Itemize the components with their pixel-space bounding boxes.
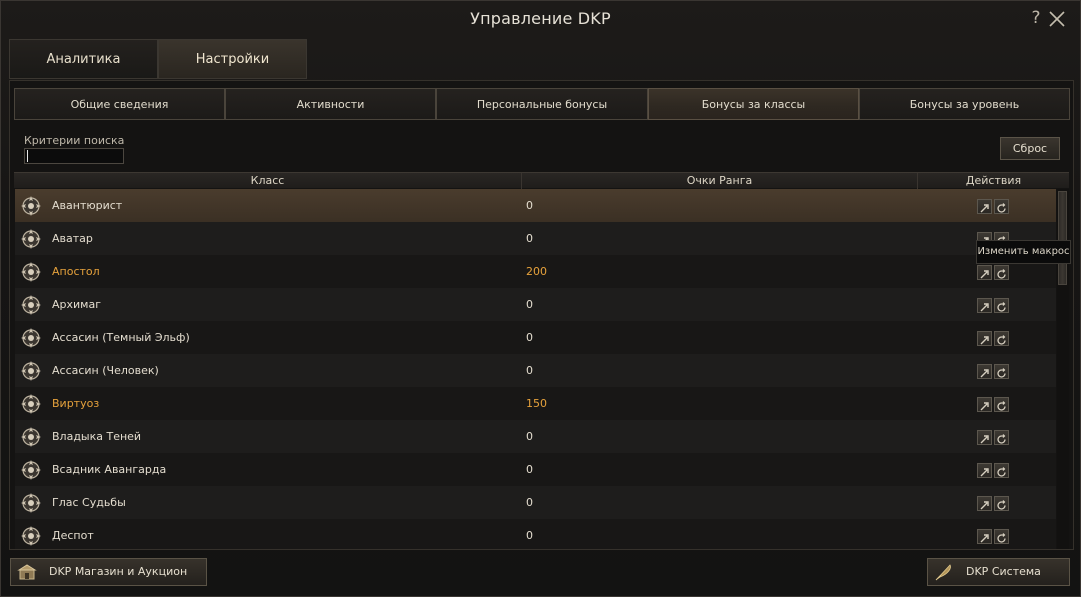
rank-points: 0 [526, 331, 533, 344]
dkp-management-window: Управление DKP ? Аналитика Настройки Общ… [0, 0, 1081, 597]
class-name: Архимаг [52, 298, 101, 311]
search-input[interactable] [24, 148, 124, 164]
edit-icon[interactable] [977, 364, 992, 379]
class-name: Глас Судьбы [52, 496, 126, 509]
class-name: Виртуоз [52, 397, 100, 410]
quill-icon [934, 562, 954, 582]
table-row[interactable]: Ассасин (Темный Эльф) 0 [15, 321, 1056, 354]
class-crest-icon [18, 259, 44, 285]
table-row[interactable]: Деспот 0 [15, 519, 1056, 549]
reset-icon[interactable] [994, 199, 1009, 214]
edit-icon[interactable] [977, 265, 992, 280]
rank-points: 150 [526, 397, 547, 410]
help-button[interactable]: ? [1028, 8, 1044, 28]
main-tabs: Аналитика Настройки [9, 39, 1073, 79]
class-name: Аватар [52, 232, 93, 245]
reset-icon[interactable] [994, 397, 1009, 412]
class-name: Ассасин (Человек) [52, 364, 159, 377]
search-criteria-label: Критерии поиска [24, 134, 125, 147]
edit-icon[interactable] [977, 430, 992, 445]
close-icon[interactable] [1048, 10, 1066, 28]
class-crest-icon [18, 391, 44, 417]
column-header-actions: Действия [965, 174, 1022, 187]
class-table-body: Авантюрист 0 Аватар 0 Апостол 200 Архимаг 0 Асса… [15, 189, 1056, 549]
table-row[interactable]: Аватар 0 [15, 222, 1056, 255]
class-crest-icon [18, 325, 44, 351]
rank-points: 0 [526, 232, 533, 245]
reset-icon[interactable] [994, 529, 1009, 544]
edit-icon[interactable] [977, 496, 992, 511]
subtab-activities[interactable]: Активности [225, 88, 436, 120]
reset-icon[interactable] [994, 364, 1009, 379]
tab-settings[interactable]: Настройки [158, 39, 307, 79]
reset-icon[interactable] [994, 298, 1009, 313]
rank-points: 0 [526, 496, 533, 509]
table-row[interactable]: Авантюрист 0 [15, 189, 1056, 222]
reset-icon[interactable] [994, 496, 1009, 511]
edit-icon[interactable] [977, 397, 992, 412]
subtab-class-bonuses[interactable]: Бонусы за классы [648, 88, 859, 120]
reset-icon[interactable] [994, 463, 1009, 478]
rank-points: 0 [526, 430, 533, 443]
class-name: Ассасин (Темный Эльф) [52, 331, 190, 344]
title-bar: Управление DKP ? [1, 1, 1080, 37]
sub-tabs: Общие сведения Активности Персональные б… [14, 88, 1070, 120]
class-crest-icon [18, 424, 44, 450]
class-name: Авантюрист [52, 199, 123, 212]
table-row[interactable]: Ассасин (Человек) 0 [15, 354, 1056, 387]
table-row[interactable]: Всадник Авангарда 0 [15, 453, 1056, 486]
tab-analytics[interactable]: Аналитика [9, 39, 158, 79]
reset-icon[interactable] [994, 430, 1009, 445]
table-row[interactable]: Апостол 200 [15, 255, 1056, 288]
rank-points: 0 [526, 298, 533, 311]
class-name: Деспот [52, 529, 94, 542]
class-crest-icon [18, 292, 44, 318]
table-row[interactable]: Виртуоз 150 [15, 387, 1056, 420]
subtab-general[interactable]: Общие сведения [14, 88, 225, 120]
table-row[interactable]: Владыка Теней 0 [15, 420, 1056, 453]
class-name: Владыка Теней [52, 430, 142, 443]
reset-icon[interactable] [994, 331, 1009, 346]
subtab-level-bonuses[interactable]: Бонусы за уровень [859, 88, 1070, 120]
reset-button[interactable]: Сброс [1000, 137, 1060, 160]
table-header: Класс Очки Ранга Действия [14, 172, 1069, 189]
table-row[interactable]: Глас Судьбы 0 [15, 486, 1056, 519]
scrollbar-thumb[interactable] [1058, 191, 1067, 285]
column-header-class[interactable]: Класс [14, 173, 522, 189]
text-caret [27, 150, 28, 162]
edit-icon[interactable] [977, 331, 992, 346]
edit-icon[interactable] [977, 199, 992, 214]
dkp-shop-auction-button[interactable]: DKP Магазин и Аукцион [10, 558, 207, 586]
subtab-personal-bonuses[interactable]: Персональные бонусы [436, 88, 648, 120]
dkp-system-label: DKP Система [966, 565, 1041, 578]
dkp-system-button[interactable]: DKP Система [927, 558, 1070, 586]
rank-points: 0 [526, 364, 533, 377]
class-crest-icon [18, 523, 44, 549]
class-name: Всадник Авангарда [52, 463, 167, 476]
class-crest-icon [18, 193, 44, 219]
reset-icon[interactable] [994, 265, 1009, 280]
rank-points: 200 [526, 265, 547, 278]
class-crest-icon [18, 457, 44, 483]
class-crest-icon [18, 490, 44, 516]
shop-icon [17, 562, 37, 582]
tooltip: Изменить макрос [976, 240, 1071, 264]
column-header-points[interactable]: Очки Ранга [522, 173, 918, 189]
dkp-shop-auction-label: DKP Магазин и Аукцион [49, 565, 188, 578]
edit-icon[interactable] [977, 529, 992, 544]
edit-icon[interactable] [977, 463, 992, 478]
settings-panel: Общие сведения Активности Персональные б… [9, 80, 1074, 550]
edit-icon[interactable] [977, 298, 992, 313]
table-row[interactable]: Архимаг 0 [15, 288, 1056, 321]
rank-points: 0 [526, 529, 533, 542]
window-title: Управление DKP [470, 9, 611, 28]
class-crest-icon [18, 358, 44, 384]
rank-points: 0 [526, 199, 533, 212]
class-crest-icon [18, 226, 44, 252]
class-name: Апостол [52, 265, 100, 278]
rank-points: 0 [526, 463, 533, 476]
